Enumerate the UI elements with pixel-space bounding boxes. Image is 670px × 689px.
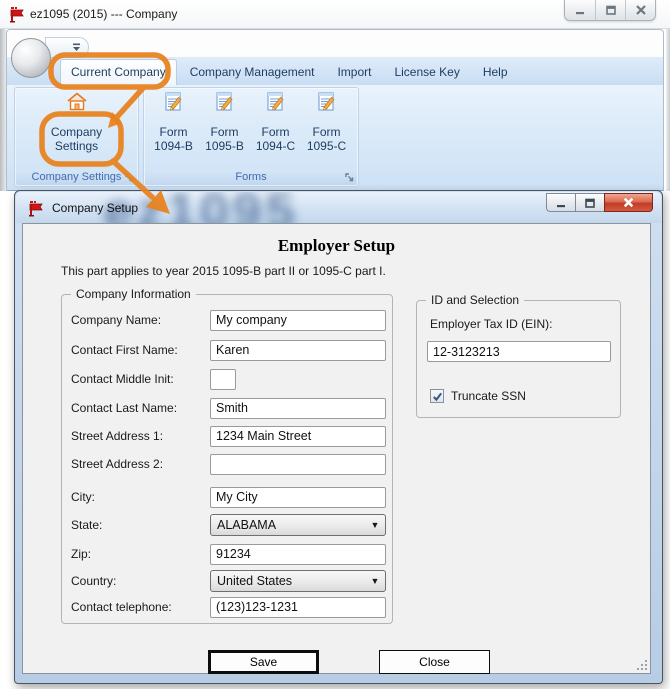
street-address-2-label: Street Address 2: <box>71 457 164 471</box>
street-address-2-input[interactable] <box>210 453 386 475</box>
group-forms: Form 1094-B Form 1095-B Form 1094-C Form… <box>143 87 359 187</box>
form-1095c-button[interactable]: Form 1095-C <box>301 92 352 153</box>
city-label: City: <box>71 490 95 504</box>
form-button-label: Form 1095-C <box>306 125 347 153</box>
dialog-restore-button[interactable] <box>575 193 604 212</box>
group-company-settings: Company Settings Company Settings <box>14 87 139 187</box>
save-button[interactable]: Save <box>208 650 319 674</box>
contact-last-name-input[interactable] <box>210 397 386 419</box>
form-document-icon <box>317 92 335 111</box>
contact-telephone-input[interactable] <box>210 596 386 618</box>
group-caption-text: Forms <box>235 171 267 183</box>
form-document-icon <box>215 92 233 111</box>
id-and-selection-groupbox: ID and Selection Employer Tax ID (EIN): … <box>416 293 621 418</box>
company-name-input[interactable] <box>210 309 386 331</box>
company-setup-dialog: ez1095 Company Setup Employer Setup This… <box>14 190 663 684</box>
form-1094c-button[interactable]: Form 1094-C <box>250 92 301 153</box>
company-information-legend: Company Information <box>71 287 196 301</box>
form-button-label: Form 1095-B <box>205 125 244 153</box>
employer-setup-heading: Employer Setup <box>277 236 396 255</box>
country-label: Country: <box>71 574 117 588</box>
ein-label: Employer Tax ID (EIN): <box>430 317 553 331</box>
contact-middle-init-label: Contact Middle Init: <box>71 372 174 386</box>
close-icon <box>623 197 634 208</box>
checkmark-icon <box>432 392 442 401</box>
tab-help[interactable]: Help <box>473 60 518 85</box>
company-settings-button-label: Company Settings <box>50 125 103 153</box>
street-address-1-label: Street Address 1: <box>71 429 164 443</box>
dialog-title: Company Setup <box>52 201 139 215</box>
company-settings-button[interactable]: Company Settings <box>15 90 138 153</box>
dialog-close-button[interactable] <box>604 193 653 212</box>
form-button-label: Form 1094-B <box>154 125 193 153</box>
minimize-icon <box>576 12 584 15</box>
ribbon-tab-row: Current Company Company Management Impor… <box>7 57 663 85</box>
zip-label: Zip: <box>71 547 92 561</box>
form-document-icon <box>164 92 182 111</box>
company-information-groupbox: Company Information Company Name: Contac… <box>61 287 393 624</box>
group-caption-text: Company Settings <box>31 171 122 183</box>
tab-license-key[interactable]: License Key <box>384 60 469 85</box>
tab-import[interactable]: Import <box>327 60 381 85</box>
dialog-launcher-icon[interactable] <box>345 173 355 183</box>
dialog-window-controls <box>546 193 653 212</box>
dialog-subtitle: This part applies to year 2015 1095-B pa… <box>61 264 386 278</box>
restore-icon <box>585 198 595 208</box>
window-title: ez1095 (2015) --- Company <box>30 7 178 21</box>
state-selected-value: ALABAMA <box>217 518 277 532</box>
form-1094b-button[interactable]: Form 1094-B <box>148 92 199 153</box>
form-document-icon <box>266 92 284 111</box>
state-dropdown[interactable]: ALABAMA ▼ <box>210 514 386 536</box>
form-button-label: Form 1094-C <box>255 125 296 153</box>
window-right-frame <box>666 29 670 191</box>
form-1095b-button[interactable]: Form 1095-B <box>199 92 250 153</box>
screen: ez1095 (2015) --- Company Current Compan… <box>0 0 670 689</box>
country-dropdown[interactable]: United States ▼ <box>210 570 386 592</box>
street-address-1-input[interactable] <box>210 425 386 447</box>
app-flag-icon <box>10 7 24 23</box>
city-input[interactable] <box>210 486 386 508</box>
id-and-selection-legend: ID and Selection <box>426 293 525 307</box>
contact-last-name-label: Contact Last Name: <box>71 401 178 415</box>
main-titlebar: ez1095 (2015) --- Company <box>0 0 670 29</box>
truncate-ssn-checkbox[interactable] <box>430 389 444 403</box>
qat-customize-icon[interactable] <box>72 43 82 52</box>
truncate-ssn-row: Truncate SSN <box>430 389 526 403</box>
minimize-icon <box>557 204 565 207</box>
ribbon: Current Company Company Management Impor… <box>6 29 664 191</box>
minimize-button[interactable] <box>565 0 595 20</box>
group-caption-forms: Forms <box>145 169 357 185</box>
ein-input[interactable] <box>427 341 611 362</box>
tab-current-company[interactable]: Current Company <box>60 59 177 85</box>
close-icon <box>635 5 646 15</box>
close-dialog-button[interactable]: Close <box>379 650 490 674</box>
company-name-label: Company Name: <box>71 313 162 327</box>
group-caption-company-settings: Company Settings <box>16 169 137 185</box>
quick-access-toolbar <box>45 37 89 58</box>
close-button[interactable] <box>625 0 655 20</box>
form-buttons-row: Form 1094-B Form 1095-B Form 1094-C Form… <box>148 92 352 153</box>
zip-input[interactable] <box>210 543 386 565</box>
contact-middle-init-input[interactable] <box>210 368 236 390</box>
restore-button[interactable] <box>595 0 625 20</box>
restore-icon <box>605 5 616 15</box>
truncate-ssn-label: Truncate SSN <box>451 389 526 403</box>
dialog-launcher-icon[interactable] <box>125 173 135 183</box>
tab-company-management[interactable]: Company Management <box>180 60 325 85</box>
chevron-down-icon: ▼ <box>370 520 380 530</box>
main-window-controls <box>564 0 656 21</box>
chevron-down-icon: ▼ <box>370 576 380 586</box>
ribbon-band: Company Settings Company Settings Form 1… <box>7 85 663 191</box>
dialog-minimize-button[interactable] <box>546 193 575 212</box>
dialog-flag-icon <box>29 201 43 217</box>
contact-first-name-input[interactable] <box>210 339 386 361</box>
state-label: State: <box>71 518 103 532</box>
application-orb-button[interactable] <box>11 38 51 78</box>
resize-grip[interactable] <box>636 659 648 671</box>
contact-first-name-label: Contact First Name: <box>71 343 178 357</box>
country-selected-value: United States <box>217 574 293 588</box>
dialog-body: Employer Setup This part applies to year… <box>22 223 651 674</box>
contact-telephone-label: Contact telephone: <box>71 600 172 614</box>
home-icon <box>66 92 87 111</box>
